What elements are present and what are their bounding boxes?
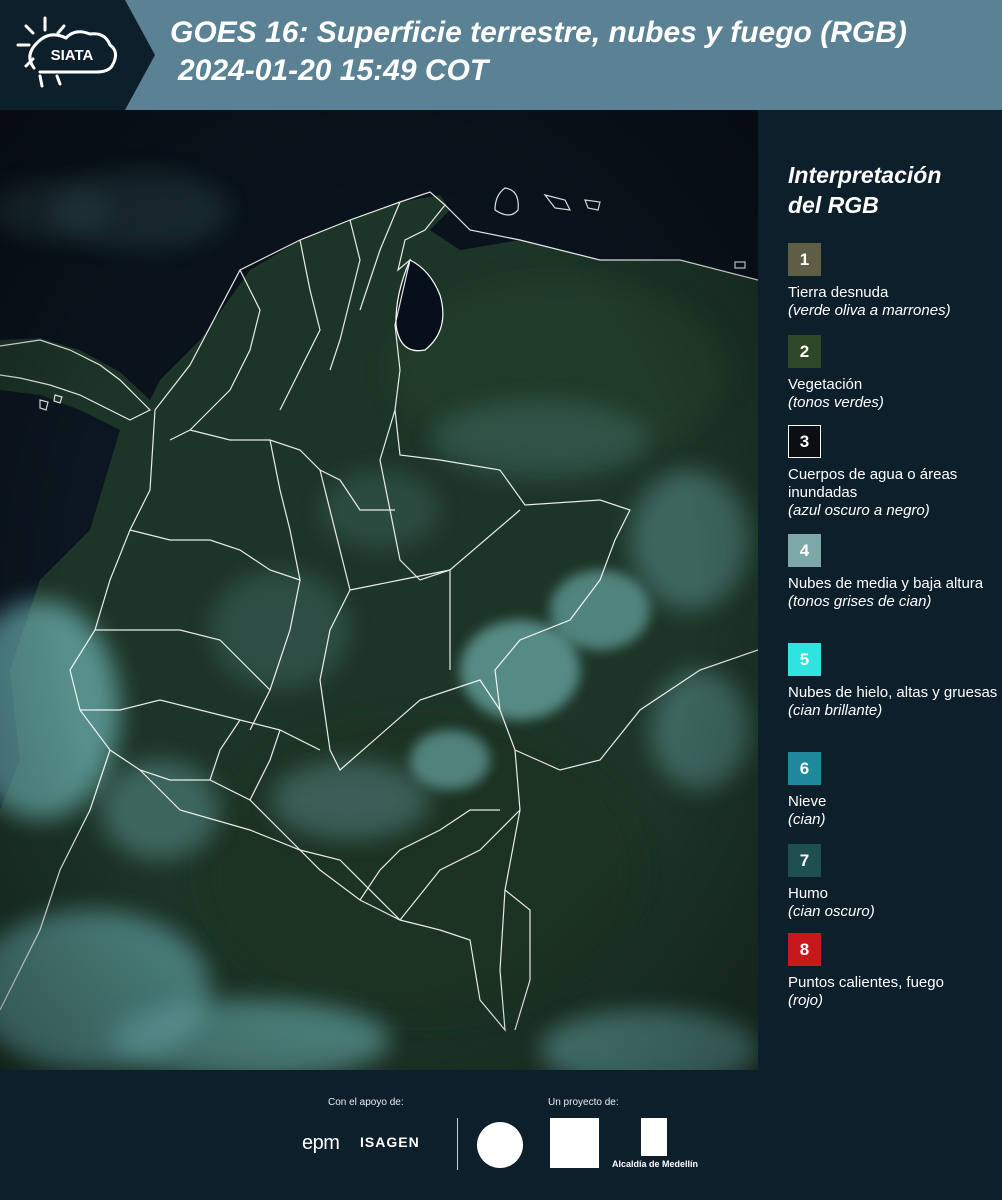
footer-divider (457, 1118, 458, 1170)
title-product: GOES 16: Superficie terrestre, nubes y f… (170, 16, 907, 49)
legend-sublabel: (cian oscuro) (788, 903, 875, 920)
legend-swatch: 5 (788, 643, 821, 676)
support-label: Con el apoyo de: (328, 1097, 404, 1108)
legend-sublabel: (cian) (788, 811, 826, 828)
legend-swatch: 6 (788, 752, 821, 785)
project-label: Un proyecto de: (548, 1097, 619, 1108)
legend-item-ice-clouds: 5 Nubes de hielo, altas y gruesas (cian … (788, 643, 998, 720)
legend-sublabel: (tonos verdes) (788, 394, 884, 411)
legend-panel: Interpretación del RGB 1 Tierra desnuda … (760, 110, 1002, 1070)
alcaldia-shield-icon (641, 1118, 667, 1156)
legend-swatch: 7 (788, 844, 821, 877)
legend-item-low-clouds: 4 Nubes de media y baja altura (tonos gr… (788, 534, 998, 611)
siata-logo-text: SIATA (51, 47, 94, 64)
legend-sublabel: (cian brillante) (788, 702, 883, 719)
epm-logo: epm (302, 1132, 340, 1154)
area-metropolitana-logo (550, 1118, 599, 1168)
legend-label: Tierra desnuda (788, 284, 889, 301)
legend-title: Interpretación del RGB (788, 162, 942, 218)
legend-item-bare-soil: 1 Tierra desnuda (verde oliva a marrones… (788, 243, 998, 320)
legend-label: Vegetación (788, 376, 863, 393)
legend-label: Nieve (788, 793, 827, 810)
legend-sublabel: (azul oscuro a negro) (788, 502, 930, 519)
medellin-seal-logo (477, 1122, 523, 1168)
legend-item-fire: 8 Puntos calientes, fuego (rojo) (788, 933, 998, 1010)
legend-item-smoke: 7 Humo (cian oscuro) (788, 844, 998, 921)
legend-item-snow: 6 Nieve (cian) (788, 752, 998, 829)
legend-swatch: 8 (788, 933, 821, 966)
legend-label: Puntos calientes, fuego (788, 974, 944, 991)
legend-item-water: 3 Cuerpos de agua o áreas inundadas (azu… (788, 425, 998, 520)
legend-sublabel: (tonos grises de cian) (788, 593, 932, 610)
legend-sublabel: (rojo) (788, 992, 824, 1009)
legend-swatch: 2 (788, 335, 821, 368)
legend-swatch: 3 (788, 425, 821, 458)
legend-label: Nubes de media y baja altura (788, 575, 984, 592)
legend-label: Humo (788, 885, 829, 902)
title-timestamp: 2024-01-20 15:49 COT (178, 54, 489, 87)
legend-item-vegetation: 2 Vegetación (tonos verdes) (788, 335, 998, 412)
header-bar: SIATA GOES 16: Superficie terrestre, nub… (0, 0, 1002, 110)
isagen-logo: ISAGEN (360, 1134, 420, 1150)
satellite-map (0, 110, 758, 1070)
alcaldia-logo-text: Alcaldía de Medellín (612, 1159, 699, 1169)
footer-sponsors: Con el apoyo de: Un proyecto de: epm ISA… (0, 1070, 1002, 1200)
page-title: GOES 16: Superficie terrestre, nubes y f… (170, 14, 907, 90)
legend-swatch: 1 (788, 243, 821, 276)
legend-sublabel: (verde oliva a marrones) (788, 302, 951, 319)
legend-swatch: 4 (788, 534, 821, 567)
legend-label: Cuerpos de agua o áreas inundadas (788, 466, 958, 501)
legend-label: Nubes de hielo, altas y gruesas (788, 684, 998, 701)
siata-logo: SIATA (0, 0, 160, 110)
